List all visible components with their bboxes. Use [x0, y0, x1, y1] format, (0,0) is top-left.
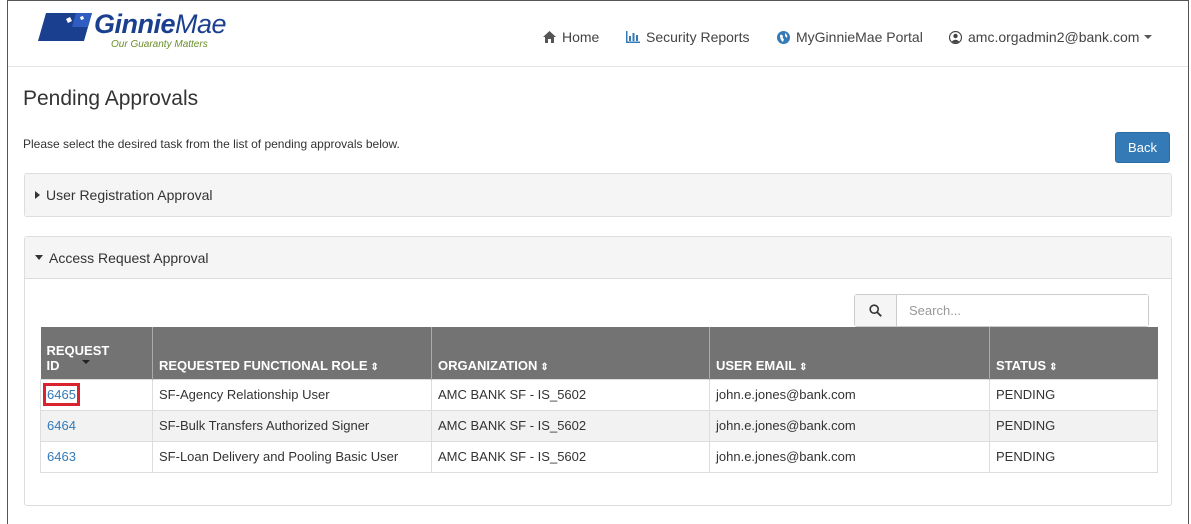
access-request-panel-title: Access Request Approval — [49, 249, 209, 266]
search-icon — [869, 304, 882, 317]
sort-desc-icon — [81, 359, 90, 364]
column-header-organization[interactable]: ORGANIZATION ⇕ — [431, 327, 710, 379]
logo-flag-icon — [38, 13, 92, 41]
user-registration-panel: User Registration Approval — [24, 173, 1172, 217]
column-header-request-id[interactable]: REQUEST ID — [40, 327, 153, 379]
organization-cell: AMC BANK SF - IS_5602 — [431, 378, 710, 411]
home-icon — [543, 31, 556, 43]
nav-home[interactable]: Home — [543, 29, 599, 45]
nav-portal-label: MyGinnieMae Portal — [796, 29, 923, 45]
user-email-cell: john.e.jones@bank.com — [709, 440, 990, 473]
user-circle-icon — [949, 30, 962, 44]
bar-chart-icon — [626, 31, 640, 43]
role-cell: SF-Agency Relationship User — [152, 378, 432, 411]
nav-home-label: Home — [562, 29, 600, 45]
request-id-link[interactable]: 6464 — [47, 418, 76, 433]
app-window: GinnieMae Our Guaranty Matters Home Secu… — [7, 0, 1189, 524]
role-cell: SF-Bulk Transfers Authorized Signer — [152, 409, 432, 442]
user-registration-panel-title: User Registration Approval — [46, 187, 213, 203]
user-email-label: amc.orgadmin2@bank.com — [968, 29, 1140, 45]
page-title: Pending Approvals — [23, 87, 199, 110]
column-header-role[interactable]: REQUESTED FUNCTIONAL ROLE ⇕ — [152, 327, 432, 379]
access-request-table: REQUEST ID REQUESTED FUNCTIONAL ROLE ⇕ OR… — [40, 327, 1158, 473]
request-id-cell: 6463 — [40, 440, 153, 473]
nav-security-reports[interactable]: Security Reports — [626, 29, 749, 45]
table-header-row: REQUEST ID REQUESTED FUNCTIONAL ROLE ⇕ OR… — [40, 327, 1158, 379]
user-menu-dropdown[interactable]: amc.orgadmin2@bank.com — [949, 29, 1153, 45]
table-row: 6463 SF-Loan Delivery and Pooling Basic … — [40, 440, 1158, 473]
nav-myginniemae-portal[interactable]: MyGinnieMae Portal — [777, 29, 923, 45]
caret-down-icon — [35, 255, 43, 260]
search-input[interactable] — [897, 295, 1148, 326]
table-row: 6465 SF-Agency Relationship User AMC BAN… — [40, 378, 1158, 411]
globe-icon — [777, 30, 790, 44]
status-cell: PENDING — [989, 378, 1158, 411]
organization-cell: AMC BANK SF - IS_5602 — [431, 409, 710, 442]
status-cell: PENDING — [989, 440, 1158, 473]
sort-icon: ⇕ — [1049, 361, 1058, 373]
request-id-cell: 6464 — [40, 409, 153, 442]
top-navbar: GinnieMae Our Guaranty Matters Home Secu… — [8, 1, 1188, 67]
search-box — [854, 294, 1149, 327]
sort-icon: ⇕ — [370, 361, 379, 373]
organization-cell: AMC BANK SF - IS_5602 — [431, 440, 710, 473]
user-registration-panel-header[interactable]: User Registration Approval — [25, 174, 1171, 216]
request-id-link[interactable]: 6463 — [47, 449, 76, 464]
search-button[interactable] — [855, 295, 897, 326]
access-request-panel-header[interactable]: Access Request Approval — [25, 237, 1171, 279]
back-button[interactable]: Back — [1115, 132, 1170, 163]
caret-right-icon — [35, 191, 40, 199]
sort-icon: ⇕ — [799, 361, 808, 373]
request-id-link[interactable]: 6465 — [43, 383, 80, 406]
nav-reports-label: Security Reports — [646, 29, 750, 45]
table-row: 6464 SF-Bulk Transfers Authorized Signer… — [40, 409, 1158, 442]
ginnie-mae-logo[interactable]: GinnieMae Our Guaranty Matters — [36, 9, 256, 55]
user-email-cell: john.e.jones@bank.com — [709, 378, 990, 411]
sort-icon: ⇕ — [540, 361, 549, 373]
user-email-cell: john.e.jones@bank.com — [709, 409, 990, 442]
column-header-status[interactable]: STATUS ⇕ — [989, 327, 1158, 379]
chevron-down-icon — [1144, 35, 1153, 39]
logo-text: GinnieMae — [94, 9, 227, 39]
request-id-cell: 6465 — [40, 378, 153, 411]
status-cell: PENDING — [989, 409, 1158, 442]
role-cell: SF-Loan Delivery and Pooling Basic User — [152, 440, 432, 473]
column-header-user-email[interactable]: USER EMAIL ⇕ — [709, 327, 990, 379]
logo-tagline: Our Guaranty Matters — [111, 39, 208, 50]
page-intro-text: Please select the desired task from the … — [23, 137, 400, 151]
access-request-panel: Access Request Approval REQUEST ID REQUE… — [24, 236, 1172, 506]
